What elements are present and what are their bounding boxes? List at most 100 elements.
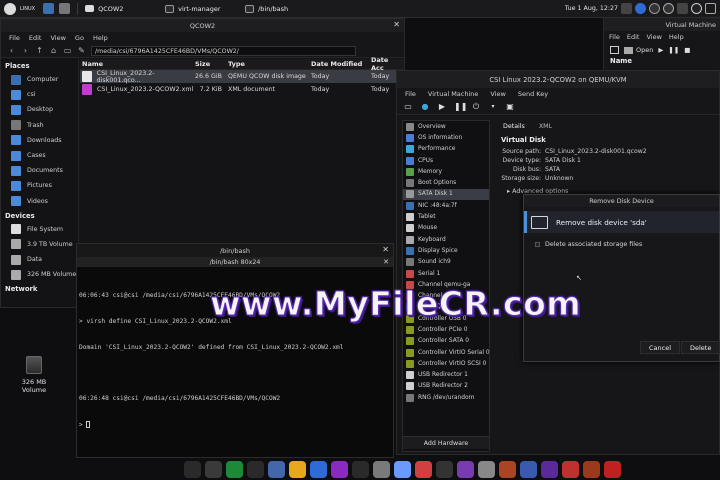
hardware-item[interactable]: OS information	[403, 132, 489, 143]
pause-icon[interactable]: ❚❚	[454, 102, 467, 112]
sidebar-item-documents[interactable]: Documents	[1, 163, 78, 178]
menu-view[interactable]: View	[490, 90, 505, 98]
location-input[interactable]: /media/csi/6796A1425CFE46BD/VMs/QCOW2/	[91, 45, 356, 56]
up-icon[interactable]: ↑	[35, 46, 44, 55]
taskbar-app-files[interactable]: QCOW2	[81, 0, 161, 18]
dock-app-icon[interactable]	[499, 460, 516, 478]
sidebar-item-desktop[interactable]: Desktop	[1, 102, 78, 117]
file-manager-titlebar[interactable]: QCOW2 ✕	[1, 19, 404, 32]
menu-virtual-machine[interactable]: Virtual Machine	[428, 90, 479, 98]
tab-details[interactable]: Details	[503, 123, 525, 130]
open-button[interactable]: Open	[624, 46, 653, 54]
menu-send-key[interactable]: Send Key	[518, 90, 548, 98]
power-icon[interactable]: ⏻	[471, 102, 481, 112]
taskbar-app-virt-manager[interactable]: virt-manager	[161, 0, 241, 18]
dock-app-icon[interactable]	[478, 460, 495, 478]
column-date-modified[interactable]: Date Modified	[311, 60, 371, 68]
sidebar-item-downloads[interactable]: Downloads	[1, 133, 78, 148]
console-icon[interactable]: ▭	[403, 102, 413, 112]
menu-help[interactable]: Help	[93, 34, 108, 42]
dock-app-icon[interactable]	[520, 460, 537, 478]
hardware-item[interactable]: Serial 1	[403, 268, 489, 279]
new-vm-icon[interactable]	[610, 46, 619, 54]
play-icon[interactable]: ▶	[658, 46, 663, 54]
dock-app-icon[interactable]	[373, 460, 390, 478]
desktop-drive-326mb[interactable]: 326 MB Volume	[14, 356, 54, 394]
hardware-item[interactable]: Controller VirtIO SCSI 0	[403, 358, 489, 369]
hardware-item[interactable]: Performance	[403, 144, 489, 155]
file-row[interactable]: CSI_Linux_2023.2-QCOW2.xml 7.2 KiB XML d…	[80, 83, 404, 96]
dialog-titlebar[interactable]: Remove Disk Device	[524, 195, 719, 207]
dock-app-icon[interactable]	[457, 460, 474, 478]
menu-file[interactable]: File	[405, 90, 416, 98]
menu-file[interactable]: File	[9, 34, 20, 42]
browser-icon[interactable]	[59, 3, 71, 14]
hardware-item[interactable]: USB Redirector 2	[403, 381, 489, 392]
network-icon[interactable]	[635, 3, 646, 14]
column-name[interactable]: Name	[80, 60, 195, 68]
dropdown-icon[interactable]: ▾	[488, 102, 498, 112]
computer-icon[interactable]: ▭	[63, 46, 72, 55]
notification-icon[interactable]	[677, 3, 688, 14]
dock-app-icon[interactable]	[583, 460, 600, 478]
apps-icon[interactable]	[705, 3, 716, 14]
forward-icon[interactable]: ›	[21, 46, 30, 55]
hardware-item[interactable]: USB Redirector 1	[403, 370, 489, 381]
dock-app-icon[interactable]	[331, 460, 348, 478]
sidebar-item-trash[interactable]: Trash	[1, 118, 78, 133]
sidebar-item-videos[interactable]: Videos	[1, 194, 78, 209]
sidebar-item-data[interactable]: Data	[1, 252, 78, 267]
vm-list-name-header[interactable]: Name	[604, 57, 720, 65]
hardware-item[interactable]: Memory	[403, 166, 489, 177]
sidebar-item-volume-39tb[interactable]: 3.9 TB Volume	[1, 237, 78, 252]
battery-icon[interactable]	[621, 3, 632, 14]
dock-app-icon[interactable]	[226, 460, 243, 478]
hardware-item[interactable]: Controller PCIe 0	[403, 324, 489, 335]
dock-app-icon[interactable]	[184, 460, 201, 478]
user-icon[interactable]	[649, 3, 660, 14]
hardware-item[interactable]: Mouse	[403, 223, 489, 234]
dock-app-icon[interactable]	[562, 460, 579, 478]
checkbox-box[interactable]	[535, 242, 540, 247]
terminal-titlebar[interactable]: /bin/bash ✕	[77, 244, 393, 257]
sidebar-item-computer[interactable]: Computer	[1, 72, 78, 87]
vm-manager-titlebar[interactable]: Virtual Machine	[604, 18, 720, 31]
dock-app-icon[interactable]	[436, 460, 453, 478]
column-size[interactable]: Size	[195, 60, 225, 68]
close-icon[interactable]: ✕	[393, 20, 400, 29]
dock-app-icon[interactable]	[247, 460, 264, 478]
hardware-item[interactable]: Display Spice	[403, 245, 489, 256]
desktop-icon[interactable]	[43, 3, 55, 14]
hardware-item[interactable]: RNG /dev/urandom	[403, 392, 489, 403]
menu-file[interactable]: File	[609, 33, 620, 41]
terminal-tab[interactable]: /bin/bash 80x24 ✕	[77, 257, 393, 267]
add-hardware-button[interactable]: Add Hardware	[403, 436, 489, 449]
hardware-item[interactable]: Boot Options	[403, 177, 489, 188]
file-row[interactable]: CSI_Linux_2023.2-disk001.qco... 26.6 GiB…	[80, 70, 404, 84]
volume-icon[interactable]	[663, 3, 674, 14]
vm-details-titlebar[interactable]: CSI Linux 2023.2-QCOW2 on QEMU/KVM	[397, 71, 719, 88]
menu-logo[interactable]: LINUX	[0, 0, 39, 18]
play-icon[interactable]: ▶	[437, 102, 447, 112]
sidebar-item-pictures[interactable]: Pictures	[1, 178, 78, 193]
dock-app-icon[interactable]	[205, 460, 222, 478]
menu-edit[interactable]: Edit	[29, 34, 42, 42]
taskbar-app-bash[interactable]: /bin/bash	[241, 0, 321, 18]
dock-app-icon[interactable]	[310, 460, 327, 478]
hardware-item[interactable]: Tablet	[403, 211, 489, 222]
pause-icon[interactable]: ❚❚	[668, 46, 679, 54]
snapshots-icon[interactable]: ▣	[505, 102, 515, 112]
home-icon[interactable]: ⌂	[49, 46, 58, 55]
details-icon[interactable]: ●	[420, 102, 430, 112]
dock-app-icon[interactable]	[394, 460, 411, 478]
delete-storage-checkbox[interactable]: Delete associated storage files	[524, 233, 719, 248]
close-icon[interactable]: ✕	[382, 245, 389, 254]
hardware-item[interactable]: Controller VirtIO Serial 0	[403, 347, 490, 358]
menu-view[interactable]: View	[646, 33, 661, 41]
column-type[interactable]: Type	[225, 60, 311, 68]
hardware-item[interactable]: CPUs	[403, 155, 489, 166]
cancel-button[interactable]: Cancel	[640, 341, 681, 354]
hardware-item[interactable]: Controller SATA 0	[403, 336, 489, 347]
sidebar-item-volume-326mb[interactable]: 326 MB Volume	[1, 267, 78, 282]
hardware-item[interactable]: NIC :48:4a:7f	[403, 200, 489, 211]
